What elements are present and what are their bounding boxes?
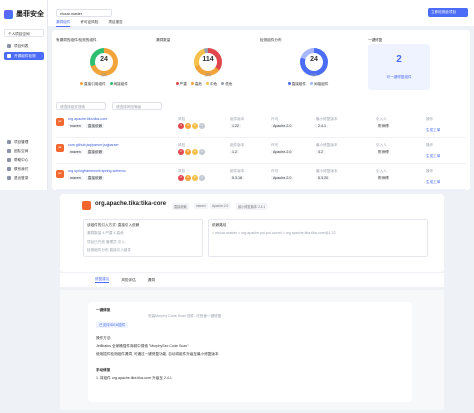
card-vuln-count: 漏洞数量 114 漏洞 严重 高危 中危 低危 [156,38,252,98]
legend: 直接引用组件 间接组件 [56,82,152,86]
oneclick-label: 可一键修复组件 [386,75,412,79]
chip: 最小修复版本 2.4.1 [236,203,268,210]
nav-bottom-1[interactable]: 团队空间 [4,147,44,155]
table-row[interactable]: jar com.github.jsqlparser:jsqlparser mav… [56,142,466,164]
component-icon: jar [56,144,64,152]
scan-icon [7,54,11,58]
chip: Apache-2.0 [210,203,231,209]
severity-counts: 2221 [178,175,206,181]
oneclick-card[interactable]: 2 可一键修复组件 [368,44,430,90]
fix-card: 一键修复 安装Murphy Code Scan 插件, 可快速一键修复 已支持I… [88,302,412,402]
create-ticket-button[interactable]: 生成工单 [426,180,440,184]
card-title: 有漏洞的组件/检测的组件 [56,38,97,42]
component-icon: jar [56,118,64,126]
card-value: 24 [310,56,318,63]
nav-bottom-4[interactable]: 退出登录 [4,174,44,182]
nav-bottom-0[interactable]: 项目管理 [4,138,44,146]
component-icon [82,201,91,210]
chip: 直接依赖 [172,203,189,210]
card-sub: 组件 [310,73,317,77]
branch-select[interactable]: elocar-master [56,9,112,17]
table-row[interactable]: jar org.apache.tika:tika-core maven 直接依赖 … [56,116,466,138]
create-ticket-button[interactable]: 生成工单 [426,154,440,158]
detail-title: org.apache.tika:tika-core [95,201,167,207]
card-value: 114 [202,56,214,63]
donut-chart: 24 组件 [90,48,118,77]
dependency-path-box: 依赖路径 > elocar-master > org.apache.poi:po… [208,219,428,257]
contact-icon [7,167,11,171]
legend: 直接组件 间接组件 [260,82,356,86]
component-name[interactable]: org.springframework:spring-webmvc [68,169,126,173]
tab-license[interactable]: 许可证风险 [80,20,98,27]
oneclick-title: 一键修复 [368,38,383,42]
tags: maven 直接依赖 [68,124,105,129]
tab-fix[interactable]: 修复建议 [95,277,110,283]
help-icon [7,158,11,162]
create-ticket-button[interactable]: 生成工单 [426,128,440,132]
tags: maven 直接依赖 [68,176,105,181]
logo-icon [4,9,13,19]
severity-counts: 2310 [178,149,206,155]
component-name[interactable]: org.apache.tika:tika-core [68,117,107,121]
component-filter[interactable]: 请选择组件搜索 [56,102,106,110]
tab-vuln[interactable]: 漏洞组件 [56,20,71,28]
nav-bottom-2[interactable]: 帮助中心 [4,156,44,164]
risk-filter[interactable]: 请选择风险等级 [112,102,162,110]
legend: 严重 高危 中危 低危 [156,82,252,86]
card-title: 漏洞数量 [156,38,171,42]
oneclick-value: 2 [396,54,402,65]
component-icon: jar [56,170,64,178]
card-value: 24 [100,56,108,63]
logo: 墨菲安全 [4,9,44,19]
severity-counts: 4420 [178,123,206,129]
sidebar: 墨菲安全 个人项目空间 项目列表 开源组件检测 项目管理 团队空间 帮助中心 联… [0,0,48,190]
table-row[interactable]: jar org.springframework:spring-webmvc ma… [56,168,466,190]
project-selector[interactable]: 个人项目空间 [4,29,44,37]
team-icon [7,149,11,153]
tab-report[interactable]: 项目报告 [108,20,122,27]
donut-chart: 114 漏洞 [194,48,222,77]
tab-vulns[interactable]: 漏洞 [148,278,155,282]
list-icon [7,44,11,48]
tab-bar: 漏洞组件 许可证风险 项目报告 [56,20,133,28]
idea-plugin-badge[interactable]: 已支持IDEA插件 [96,322,129,329]
card-title: 检测组件分布 [260,38,282,42]
tab-risk[interactable]: 风险评估 [121,278,135,282]
intro-box: 该组件的引入方式: 直接引入依赖 漏洞数量 4 严重 4 高危 项目已开放 管理… [83,219,203,257]
detail-tabs: 修复建议 风险评估 漏洞 [60,273,444,287]
detect-button[interactable]: 立即检测此项目 [428,8,468,17]
fix-section: 一键修复 安装Murphy Code Scan 插件, 可快速一键修复 已支持I… [60,290,444,410]
nav-component-detect[interactable]: 开源组件检测 [4,52,44,60]
card-sub: 组件 [100,73,107,77]
card-sub: 漏洞 [204,73,211,77]
folder-icon [7,140,11,144]
tags: maven 直接依赖 [68,150,105,155]
card-vuln-components: 有漏洞的组件/检测的组件 24 组件 直接引用组件 间接组件 [56,38,152,98]
logout-icon [7,176,11,180]
nav-project-list[interactable]: 项目列表 [4,42,44,50]
main-content: 有漏洞的组件/检测的组件 24 组件 直接引用组件 间接组件 漏洞数量 114 漏洞 … [52,30,470,190]
card-distribution: 检测组件分布 24 组件 直接组件 间接组件 [260,38,356,98]
chip: maven [194,203,208,209]
donut-chart: 24 组件 [300,48,328,77]
nav-bottom-3[interactable]: 联系我们 [4,165,44,173]
app-name: 墨菲安全 [16,11,44,18]
component-name[interactable]: com.github.jsqlparser:jsqlparser [68,143,119,147]
component-detail: org.apache.tika:tika-core 直接依赖 maven Apa… [60,194,444,272]
